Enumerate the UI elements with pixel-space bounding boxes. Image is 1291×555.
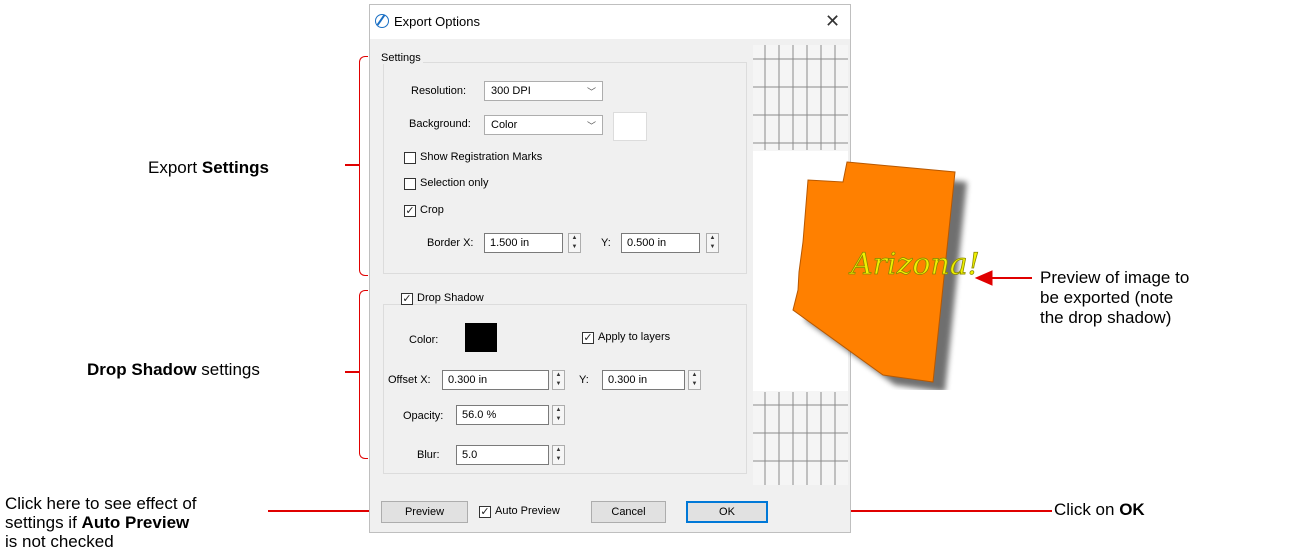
offset-x-input[interactable]: 0.300 in bbox=[442, 370, 549, 390]
border-x-label: Border X: bbox=[427, 237, 474, 249]
shadow-color-label: Color: bbox=[409, 334, 439, 346]
offset-y-label: Y: bbox=[579, 374, 589, 386]
border-y-input[interactable]: 0.500 in bbox=[621, 233, 700, 253]
offset-x-label: Offset X: bbox=[388, 374, 431, 386]
resolution-select[interactable]: 300 DPI ﹀ bbox=[484, 81, 603, 101]
show-registration-marks-label: Show Registration Marks bbox=[420, 151, 543, 163]
show-registration-marks-checkbox[interactable] bbox=[404, 152, 416, 164]
chevron-down-icon: ﹀ bbox=[586, 121, 596, 131]
apply-to-layers-label: Apply to layers bbox=[598, 331, 671, 343]
crop-checkbox[interactable]: ✓ bbox=[404, 205, 416, 217]
opacity-label: Opacity: bbox=[403, 410, 444, 422]
auto-preview-checkbox[interactable]: ✓ bbox=[479, 506, 491, 518]
selection-only-label: Selection only bbox=[420, 177, 489, 189]
apply-to-layers-checkbox[interactable]: ✓ bbox=[582, 332, 594, 344]
border-x-spinner[interactable]: ▲ ▼ bbox=[568, 233, 581, 253]
crop-label: Crop bbox=[420, 204, 444, 216]
resolution-label: Resolution: bbox=[411, 85, 467, 97]
dialog-title: Export Options bbox=[394, 14, 480, 29]
background-value: Color bbox=[491, 119, 518, 131]
border-y-label: Y: bbox=[601, 237, 611, 249]
offset-x-spinner[interactable]: ▲ ▼ bbox=[552, 370, 565, 390]
auto-preview-label: Auto Preview bbox=[495, 505, 560, 517]
opacity-spinner[interactable]: ▲ ▼ bbox=[552, 405, 565, 425]
blur-spinner[interactable]: ▲ ▼ bbox=[552, 445, 565, 465]
preview-button[interactable]: Preview bbox=[381, 501, 468, 523]
drop-shadow-label: Drop Shadow bbox=[417, 292, 486, 304]
offset-y-input[interactable]: 0.300 in bbox=[602, 370, 685, 390]
arizona-preview-image: Arizona! bbox=[792, 161, 980, 390]
ok-button[interactable]: OK bbox=[686, 501, 768, 523]
arizona-text: Arizona! bbox=[848, 247, 980, 282]
cancel-button[interactable]: Cancel bbox=[591, 501, 666, 523]
settings-legend: Settings bbox=[379, 52, 423, 64]
background-color-swatch[interactable] bbox=[613, 112, 647, 141]
background-select[interactable]: Color ﹀ bbox=[484, 115, 603, 135]
blur-input[interactable]: 5.0 bbox=[456, 445, 549, 465]
border-y-spinner[interactable]: ▲ ▼ bbox=[706, 233, 719, 253]
offset-y-spinner[interactable]: ▲ ▼ bbox=[688, 370, 701, 390]
selection-only-checkbox[interactable] bbox=[404, 178, 416, 190]
drop-shadow-checkbox[interactable]: ✓ bbox=[401, 293, 413, 305]
shadow-color-swatch[interactable] bbox=[465, 323, 497, 352]
blur-label: Blur: bbox=[417, 449, 440, 461]
border-x-input[interactable]: 1.500 in bbox=[484, 233, 563, 253]
chevron-down-icon: ﹀ bbox=[586, 87, 596, 97]
opacity-input[interactable]: 56.0 % bbox=[456, 405, 549, 425]
background-label: Background: bbox=[409, 118, 471, 130]
resolution-value: 300 DPI bbox=[491, 85, 531, 97]
close-icon[interactable]: ✕ bbox=[825, 11, 840, 32]
title-bar: Export Options ✕ bbox=[370, 5, 850, 39]
app-icon bbox=[375, 14, 389, 28]
